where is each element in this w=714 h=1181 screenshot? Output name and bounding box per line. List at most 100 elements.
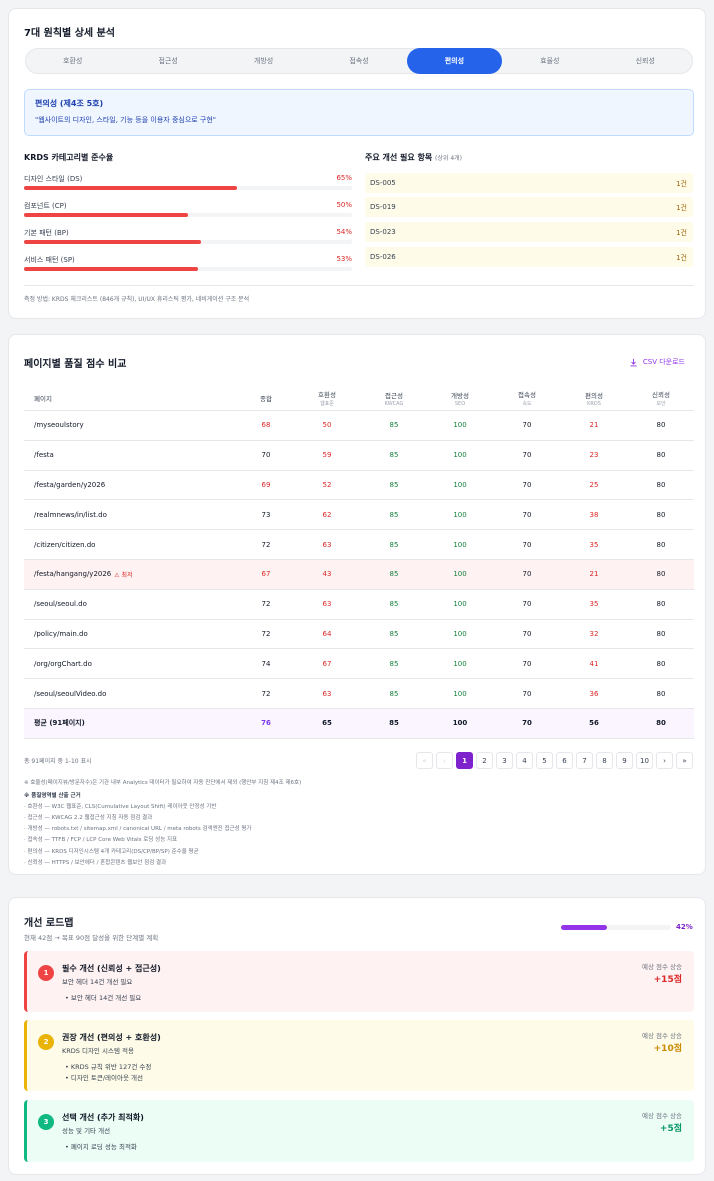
last-page-button[interactable]: »	[676, 752, 693, 769]
page-score-title: 페이지별 품질 점수 비교	[24, 359, 127, 370]
cell-page: /realmnews/in/list.do	[34, 500, 234, 529]
improve-count: 1건	[676, 180, 687, 188]
roadmap-progress-pct: 42%	[676, 923, 693, 931]
note-line: ※ 품질영역별 산출 근거	[24, 793, 81, 800]
tab-accessibility[interactable]: 접근성	[120, 48, 215, 74]
krds-row-bp: 기본 패턴 (BP) 54%	[24, 228, 352, 248]
cell-c1: 63	[322, 540, 332, 549]
pager-info: 총 91페이지 중 1-10 표시	[24, 758, 92, 765]
cell-c3: 100	[453, 689, 467, 698]
first-page-button[interactable]: «	[416, 752, 433, 769]
page-button-4[interactable]: 4	[516, 752, 533, 769]
principle-analysis-title: 7대 원칙별 상세 분석	[24, 28, 116, 39]
header-sub: 웹표준	[320, 401, 334, 407]
roadmap-subtitle: 현재 42점 → 목표 90점 달성을 위한 단계별 계획	[24, 934, 159, 942]
header-connectivity: 접속성 속도	[507, 385, 547, 411]
header-label: 종합	[260, 395, 272, 403]
cell-c6: 80	[656, 480, 666, 489]
cell-page: /citizen/citizen.do	[34, 530, 234, 559]
page-button-6[interactable]: 6	[556, 752, 573, 769]
cell-c2: 85	[389, 570, 399, 579]
page-button-8[interactable]: 8	[596, 752, 613, 769]
expected-value: +10점	[653, 1044, 682, 1054]
header-reliability: 신뢰성 보안	[641, 385, 681, 411]
cell-page-text: /citizen/citizen.do	[34, 540, 96, 549]
cell-total: 67	[261, 570, 271, 579]
cell-c3: 100	[453, 480, 467, 489]
tab-reliability[interactable]: 신뢰성	[598, 48, 693, 74]
step-title: 선택 개선 (추가 최적화)	[62, 1113, 144, 1122]
page-button-9[interactable]: 9	[616, 752, 633, 769]
page-button-7[interactable]: 7	[576, 752, 593, 769]
cell-total: 69	[261, 480, 271, 489]
cell-c6: 80	[656, 629, 666, 638]
expected-value: +15점	[653, 975, 682, 985]
cell-c6: 80	[656, 510, 666, 519]
tab-connectivity[interactable]: 접속성	[311, 48, 406, 74]
table-row: /myseoulstory 68 50 85 100 70 21 80	[24, 411, 694, 441]
improve-item: DS-023 1건	[365, 222, 693, 242]
improve-count: 1건	[676, 204, 687, 212]
cell-c5: 21	[589, 570, 599, 579]
table-row: /festa/garden/y2026 69 52 85 100 70 25 80	[24, 471, 694, 501]
cell-page: /myseoulstory	[34, 411, 234, 440]
tab-efficiency[interactable]: 효율성	[502, 48, 597, 74]
header-usability: 편의성 KRDS	[574, 385, 614, 411]
cell-page: /policy/main.do	[34, 620, 234, 649]
header-label: 페이지	[34, 395, 52, 403]
header-label: 신뢰성	[652, 391, 670, 399]
krds-pct: 53%	[336, 255, 352, 263]
cell-page-text: /seoul/seoulVideo.do	[34, 689, 107, 698]
cell-c1: 63	[322, 689, 332, 698]
table-average-row: 평균 (91페이지) 76 65 85 100 70 56 80	[24, 708, 694, 739]
header-total: 종합	[246, 385, 286, 411]
page-button-10[interactable]: 10	[636, 752, 653, 769]
header-compatibility: 호환성 웹표준	[307, 385, 347, 411]
header-sub: SEO	[454, 400, 466, 407]
krds-fill	[24, 213, 188, 217]
cell-total: 73	[261, 510, 271, 519]
download-icon	[630, 358, 637, 366]
cell-c4: 70	[522, 719, 532, 728]
page-button-1[interactable]: 1	[456, 752, 473, 769]
cell-total: 70	[261, 451, 271, 460]
krds-track	[24, 267, 352, 271]
krds-label: 디자인 스타일 (DS)	[24, 175, 83, 183]
cell-c3: 100	[453, 510, 467, 519]
cell-c4: 70	[522, 689, 532, 698]
cell-total: 72	[261, 540, 271, 549]
cell-c2: 85	[389, 480, 399, 489]
cell-c6: 80	[656, 600, 666, 609]
cell-total: 74	[261, 659, 271, 668]
krds-pct: 50%	[336, 201, 352, 209]
tab-openness[interactable]: 개방성	[216, 48, 311, 74]
cell-c3: 100	[453, 570, 467, 579]
improve-count: 1건	[676, 254, 687, 262]
expected-value: +5점	[659, 1124, 682, 1134]
principle-box-desc: "웹사이트의 디자인, 스타일, 기능 등을 이용자 중심으로 구현"	[35, 116, 217, 124]
tab-compatibility[interactable]: 호환성	[25, 48, 120, 74]
cell-c4: 70	[522, 480, 532, 489]
improve-code: DS-019	[370, 203, 396, 211]
expected-label: 예상 점수 상승	[641, 1112, 682, 1120]
prev-page-button[interactable]: ‹	[436, 752, 453, 769]
table-row: /seoul/seoul.do 72 63 85 100 70 35 80	[24, 590, 694, 620]
note-line: · 편의성 — KRDS 디자인시스템 4개 카테고리(DS/CP/BP/SP)…	[24, 848, 199, 855]
cell-total: 68	[261, 421, 271, 430]
page-button-5[interactable]: 5	[536, 752, 553, 769]
header-page: 페이지	[34, 385, 154, 411]
tab-usability[interactable]: 편의성	[406, 48, 503, 74]
improve-code: DS-023	[370, 228, 396, 236]
page-button-3[interactable]: 3	[496, 752, 513, 769]
cell-c5: 25	[589, 480, 599, 489]
cell-c2: 85	[389, 629, 399, 638]
cell-c4: 70	[522, 451, 532, 460]
score-notes: ※ 효율성(페이지뷰/방문자수)은 기관 내부 Analytics 데이터가 필…	[24, 778, 301, 869]
next-page-button[interactable]: ›	[656, 752, 673, 769]
header-label: 접속성	[518, 391, 536, 399]
page-button-2[interactable]: 2	[476, 752, 493, 769]
improve-item: DS-019 1건	[365, 197, 693, 217]
csv-download-button[interactable]: CSV 다운로드	[629, 357, 685, 367]
krds-fill	[24, 267, 198, 271]
krds-label: 기본 패턴 (BP)	[24, 229, 69, 237]
